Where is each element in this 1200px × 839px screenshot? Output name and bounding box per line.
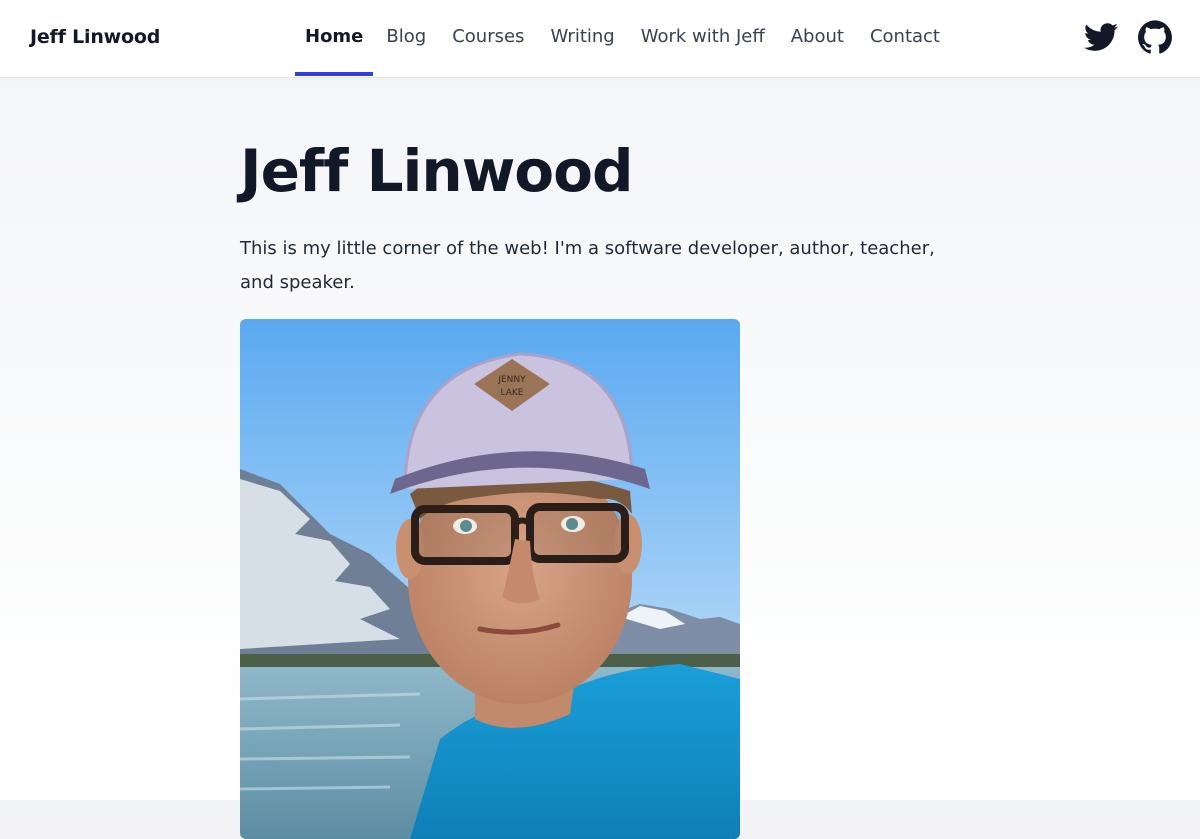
brand-link[interactable]: Jeff Linwood [30, 26, 160, 48]
github-link[interactable] [1138, 20, 1172, 54]
nav-work-with-jeff[interactable]: Work with Jeff [628, 0, 778, 76]
main-content: Jeff Linwood This is my little corner of… [240, 78, 960, 839]
nav-writing[interactable]: Writing [537, 0, 627, 76]
cap-patch-line1: JENNY [497, 375, 526, 385]
github-icon [1138, 20, 1172, 54]
glasses-right [526, 503, 629, 563]
profile-photo-illustration: JENNY LAKE [240, 319, 740, 839]
page-title: Jeff Linwood [240, 137, 634, 205]
nav-courses[interactable]: Courses [439, 0, 537, 76]
twitter-link[interactable] [1084, 20, 1118, 54]
cap-patch-line2: LAKE [501, 388, 524, 398]
site-header: Jeff Linwood Home Blog Courses Writing W… [0, 0, 1200, 78]
glasses-left [411, 505, 519, 565]
social-links [1084, 20, 1172, 54]
profile-photo: JENNY LAKE [240, 319, 740, 839]
nav-blog[interactable]: Blog [373, 0, 439, 76]
nav-home[interactable]: Home [295, 0, 374, 76]
nav-about[interactable]: About [778, 0, 857, 76]
intro-text: This is my little corner of the web! I'm… [240, 238, 935, 293]
twitter-icon [1084, 23, 1118, 51]
nav-contact[interactable]: Contact [857, 0, 953, 76]
main-nav: Home Blog Courses Writing Work with Jeff… [295, 0, 953, 78]
